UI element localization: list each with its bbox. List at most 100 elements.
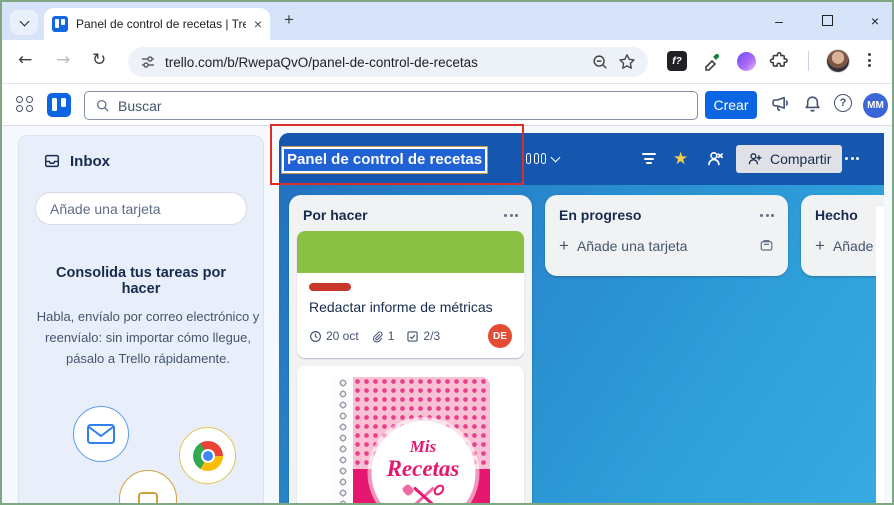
browser-toolbar: ← → ↻ trello.com/b/RwepaQvO/panel-de-con… — [2, 40, 892, 84]
card-badges: 20 oct 1 — [309, 324, 512, 348]
url-text[interactable]: trello.com/b/RwepaQvO/panel-de-control-d… — [165, 55, 582, 70]
chrome-circle — [179, 427, 236, 484]
attachments-count: 1 — [388, 329, 395, 343]
chrome-icon — [193, 441, 223, 471]
help-icon[interactable]: ? — [834, 94, 852, 112]
card-cover-green — [297, 231, 524, 273]
list-header: Hecho — [809, 203, 884, 231]
maximize-icon — [822, 15, 833, 26]
browser-profile-avatar[interactable] — [826, 49, 850, 73]
board-views-icon[interactable] — [526, 153, 546, 164]
add-card-button[interactable]: + Añade una tarjeta — [809, 231, 884, 256]
filter-icon[interactable] — [642, 153, 656, 164]
recipe-notebook-image: Mis Recetas — [332, 377, 490, 503]
search-input[interactable]: Buscar — [84, 91, 698, 120]
paperclip-icon — [371, 330, 384, 343]
due-date-text: 20 oct — [326, 329, 359, 343]
chevron-down-icon — [19, 16, 29, 26]
attachments-badge: 1 — [371, 329, 395, 343]
board-title-selected-text: Panel de control de recetas — [284, 149, 485, 171]
checklist-badge: 2/3 — [406, 329, 440, 343]
extension-purple-icon[interactable] — [737, 52, 756, 71]
plus-icon: + — [815, 237, 825, 254]
crossed-utensils-icon — [401, 484, 445, 503]
card-redactar[interactable]: Redactar informe de métricas 20 oct — [297, 231, 524, 358]
inbox-promo-title: Consolida tus tareas por hacer — [35, 265, 247, 297]
minimize-button[interactable]: – — [770, 13, 788, 29]
list-name: En progreso — [559, 207, 760, 223]
inbox-icon — [43, 152, 61, 170]
plus-icon: + — [559, 237, 569, 254]
add-card-placeholder: Añade una tarjeta — [50, 201, 161, 217]
new-tab-button[interactable]: + — [284, 10, 294, 30]
list-name: Por hacer — [303, 207, 504, 223]
tab-close-icon[interactable]: × — [254, 17, 262, 31]
browser-menu-icon[interactable] — [868, 53, 871, 67]
maximize-button[interactable] — [818, 13, 836, 29]
inbox-panel: Inbox Añade una tarjeta Consolida tus ta… — [18, 135, 264, 505]
main-content: Inbox Añade una tarjeta Consolida tus ta… — [2, 126, 892, 503]
trello-favicon-icon — [52, 16, 68, 32]
list-menu-icon[interactable] — [504, 214, 518, 217]
member-avatar[interactable]: DE — [488, 324, 512, 348]
list-name: Hecho — [815, 207, 884, 223]
notebook-spiral — [332, 377, 353, 503]
back-button[interactable]: ← — [18, 50, 32, 70]
checklist-count: 2/3 — [423, 329, 440, 343]
extension-f-icon[interactable]: f? — [667, 51, 687, 71]
list-menu-icon[interactable] — [760, 214, 774, 217]
add-card-label: Añade una tarjeta — [577, 238, 751, 254]
zoom-icon[interactable] — [591, 53, 609, 71]
notifications-bell-icon[interactable] — [802, 94, 823, 115]
reload-button[interactable]: ↻ — [92, 50, 106, 70]
user-avatar[interactable]: MM — [863, 93, 888, 118]
toolbar-divider — [808, 51, 809, 71]
inbox-add-card-input[interactable]: Añade una tarjeta — [35, 192, 247, 225]
board-title-input[interactable]: Panel de control de recetas — [281, 146, 488, 174]
list-hecho: Hecho + Añade una tarjeta — [801, 195, 884, 276]
list-en-progreso: En progreso + Añade una tarjeta — [545, 195, 788, 276]
window-close-button[interactable]: × — [866, 13, 884, 29]
add-card-button[interactable]: + Añade una tarjeta — [553, 231, 780, 256]
card-title: Redactar informe de métricas — [309, 299, 512, 315]
site-settings-icon[interactable] — [140, 54, 156, 70]
checklist-icon — [406, 330, 419, 343]
trello-logo[interactable] — [47, 93, 71, 117]
card-template-icon[interactable] — [759, 238, 774, 253]
card-mis-recetas[interactable]: Mis Recetas — [297, 366, 524, 503]
card-label-red — [309, 283, 351, 291]
share-button[interactable]: Compartir — [736, 145, 842, 173]
board-header: Panel de control de recetas ★ — [279, 133, 884, 185]
phone-circle — [119, 470, 177, 505]
eyedropper-icon[interactable] — [702, 51, 722, 71]
trello-app-header: Buscar Crear ? MM — [2, 84, 892, 126]
browser-tab[interactable]: Panel de control de recetas | Tre × — [44, 8, 270, 40]
inbox-promo-text: Habla, envíalo por correo electrónico y … — [35, 307, 261, 369]
due-date-badge: 20 oct — [309, 329, 359, 343]
email-circle — [73, 406, 129, 462]
views-chevron-down-icon[interactable] — [551, 153, 561, 163]
list-header: En progreso — [553, 203, 780, 231]
app-switcher-icon[interactable] — [16, 96, 34, 112]
bookmark-star-icon[interactable] — [618, 53, 636, 71]
notebook-title-line1: Mis — [371, 437, 475, 457]
list-header: Por hacer — [297, 203, 524, 231]
tab-title: Panel de control de recetas | Tre — [76, 17, 246, 31]
visibility-people-icon[interactable] — [704, 148, 726, 170]
clock-icon — [309, 330, 322, 343]
tab-search-button[interactable] — [10, 10, 38, 35]
create-button[interactable]: Crear — [705, 91, 757, 119]
board-menu-icon[interactable] — [845, 157, 859, 160]
board-star-icon[interactable]: ★ — [673, 149, 688, 169]
search-placeholder: Buscar — [118, 98, 162, 114]
person-plus-icon — [747, 151, 763, 167]
megaphone-icon[interactable] — [770, 94, 791, 115]
forward-button: → — [56, 50, 70, 70]
address-bar[interactable]: trello.com/b/RwepaQvO/panel-de-control-d… — [128, 47, 648, 77]
tab-strip: Panel de control de recetas | Tre × + – … — [2, 2, 892, 40]
search-icon — [95, 98, 110, 113]
share-label: Compartir — [770, 151, 831, 167]
extensions-puzzle-icon[interactable] — [767, 50, 788, 71]
inbox-title: Inbox — [70, 153, 110, 170]
inbox-header: Inbox — [35, 152, 247, 170]
